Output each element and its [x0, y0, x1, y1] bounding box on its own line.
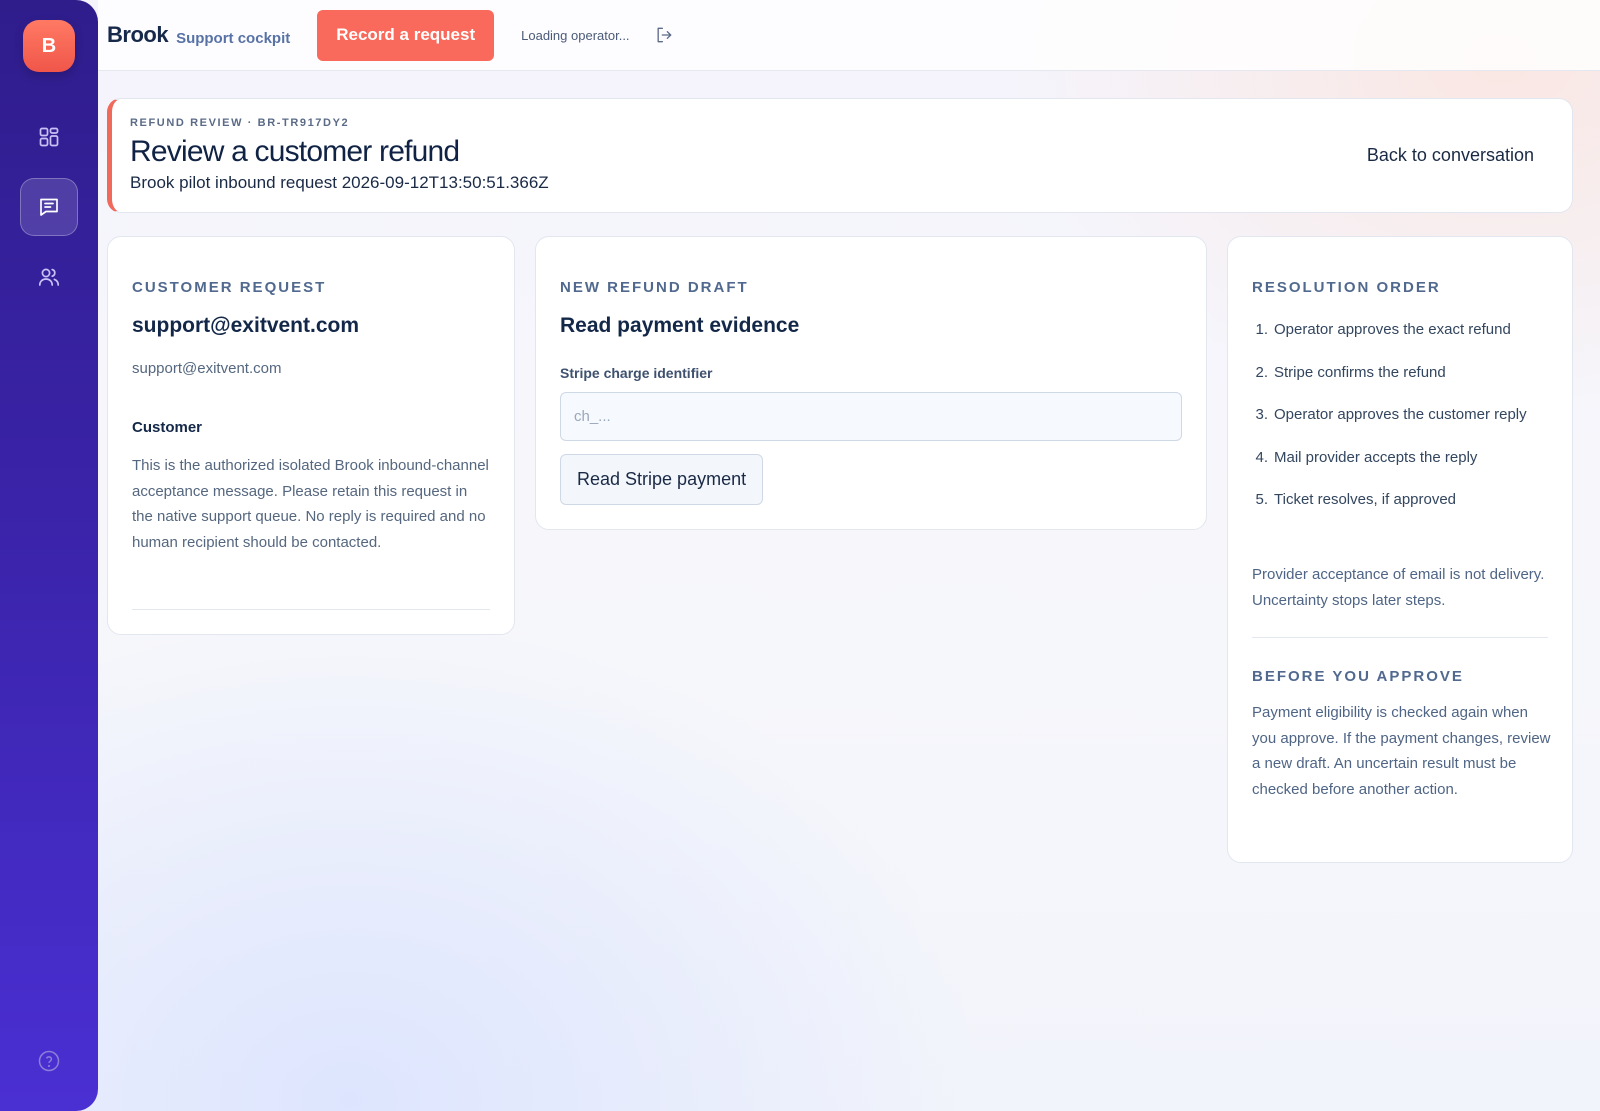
before-you-approve-text: Payment eligibility is checked again whe… [1252, 704, 1551, 798]
customer-request-title: support@exitvent.com [132, 314, 360, 337]
resolution-order-card: RESOLUTION ORDER 1. Operator approves the… [1227, 236, 1573, 863]
list-item: 2. Stripe confirms the refund [1252, 361, 1552, 385]
customer-message: This is the authorized isolated Brook in… [132, 457, 489, 551]
refund-draft-card: NEW REFUND DRAFT Read payment evidence S… [535, 236, 1207, 530]
customer-email: support@exitvent.com [132, 360, 282, 377]
logout-button[interactable] [654, 25, 674, 45]
page-title: Review a customer refund [130, 135, 460, 168]
step-number: 4. [1255, 448, 1268, 466]
nav-dashboard[interactable] [20, 108, 78, 166]
customer-request-card: CUSTOMER REQUEST support@exitvent.com su… [107, 236, 515, 635]
people-icon [38, 268, 60, 286]
help-circle-icon [38, 1050, 60, 1072]
logout-icon [657, 27, 671, 43]
list-item: 1. Operator approves the exact refund [1252, 318, 1552, 342]
step-number: 1. [1255, 321, 1268, 338]
back-to-conversation-link[interactable]: Back to conversation [1367, 145, 1534, 166]
list-item: 3. Operator approves the customer reply [1252, 403, 1552, 427]
sidebar: B [0, 0, 98, 1111]
refund-review-header: REFUND REVIEW · BR-TR917DY2 Review a cus… [107, 98, 1573, 213]
record-request-button[interactable]: Record a request [317, 9, 495, 61]
list-item: 4. Mail provider accepts the reply [1252, 446, 1552, 470]
nav-conversations[interactable] [20, 178, 78, 236]
read-stripe-payment-button[interactable]: Read Stripe payment [560, 454, 764, 505]
operator-status: Loading operator... [521, 27, 630, 43]
refund-draft-title: Read payment evidence [560, 314, 800, 337]
resolution-note: Provider acceptance of email is not deli… [1252, 566, 1545, 609]
step-text: Mail provider accepts the reply [1274, 448, 1478, 466]
step-number: 3. [1255, 406, 1268, 423]
customer-request-label: CUSTOMER REQUEST [132, 279, 327, 296]
step-number: 5. [1255, 491, 1268, 508]
dashboard-grid-icon [39, 127, 59, 147]
customer-label: Customer [132, 419, 203, 436]
brand-subtitle: Support cockpit [176, 29, 291, 47]
step-number: 2. [1255, 363, 1268, 381]
brand-name: Brook [107, 22, 169, 47]
step-text: Operator approves the customer reply [1274, 406, 1527, 423]
top-bar: Brook Support cockpit Record a request L… [98, 0, 1600, 71]
step-text: Stripe confirms the refund [1274, 363, 1446, 381]
conversation-icon [40, 198, 58, 216]
divider [1252, 637, 1548, 638]
step-text: Operator approves the exact refund [1274, 321, 1511, 338]
brand-logo[interactable]: B [23, 20, 75, 72]
page-subtitle: Brook pilot inbound request 2026-09-12T1… [130, 173, 549, 192]
stripe-charge-input[interactable] [560, 392, 1182, 441]
resolution-steps: 1. Operator approves the exact refund 2. S… [1252, 318, 1552, 531]
nav-customers[interactable] [20, 248, 78, 306]
divider [132, 609, 490, 610]
review-kicker: REFUND REVIEW · BR-TR917DY2 [130, 117, 350, 129]
resolution-order-label: RESOLUTION ORDER [1252, 279, 1441, 296]
step-text: Ticket resolves, if approved [1274, 491, 1457, 508]
before-you-approve-label: BEFORE YOU APPROVE [1252, 668, 1464, 685]
list-item: 5. Ticket resolves, if approved [1252, 488, 1552, 512]
refund-draft-label: NEW REFUND DRAFT [560, 279, 749, 296]
stripe-charge-label: Stripe charge identifier [560, 365, 713, 381]
help-button[interactable] [37, 1049, 61, 1073]
